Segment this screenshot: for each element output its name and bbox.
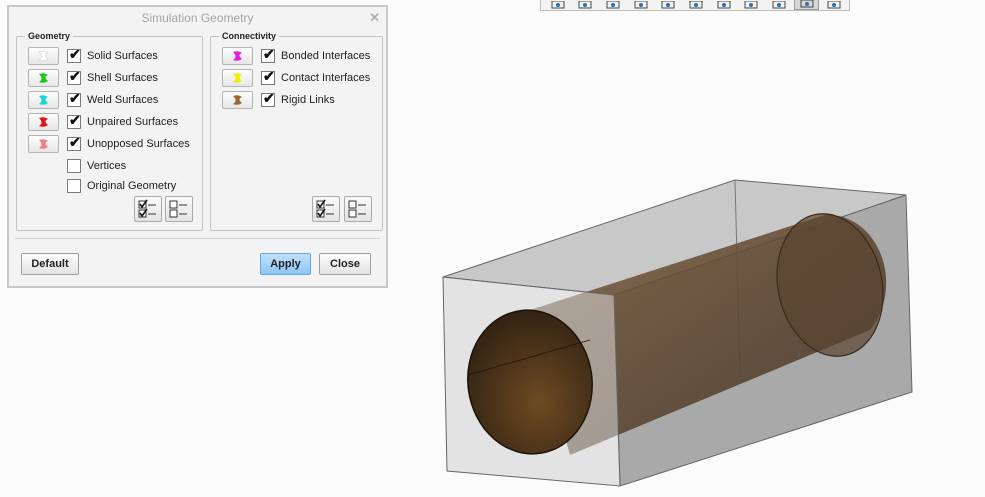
geometry-item-label: Shell Surfaces (87, 72, 158, 84)
geometry-group: Geometry ✔ Solid Surfaces ✔ Shell Surfaces ✔… (16, 31, 203, 231)
deselect-all-button[interactable] (165, 196, 193, 222)
simulation-display-button[interactable] (821, 0, 847, 10)
dialog-title: Simulation Geometry (141, 11, 254, 25)
spin-center-button[interactable] (738, 0, 764, 10)
check-icon: ✔ (263, 90, 275, 106)
zoom-out-button[interactable] (600, 0, 626, 10)
geometry-item-row: ✔ Unpaired Surfaces (28, 113, 178, 131)
check-icon: ✔ (69, 134, 81, 150)
connectivity-item-label: Contact Interfaces (281, 72, 371, 84)
color-blob-icon (38, 139, 48, 149)
saved-views-icon (661, 1, 675, 9)
deselect-all-icon (169, 200, 187, 218)
view-orient-icon (634, 1, 648, 9)
geometry-item-row: Original Geometry (28, 177, 176, 195)
color-swatch-button[interactable] (28, 47, 59, 65)
color-blob-icon (232, 73, 242, 83)
checkbox[interactable]: ✔ (67, 46, 81, 63)
color-blob-icon (37, 50, 49, 62)
apply-button[interactable]: Apply (260, 253, 311, 275)
zoom-window-button[interactable] (545, 0, 571, 10)
color-swatch-button[interactable] (222, 91, 253, 109)
connectivity-item-row: ✔ Rigid Links (222, 91, 335, 109)
model-viewport[interactable] (430, 170, 920, 490)
zoom-in-icon (578, 1, 592, 9)
color-blob-icon (232, 95, 242, 105)
geometry-item-label: Weld Surfaces (87, 94, 159, 106)
geometry-item-label: Original Geometry (87, 180, 177, 192)
datum-display-icon (800, 0, 814, 8)
color-swatch-button[interactable] (222, 47, 253, 65)
geometry-item-row: ✔ Unopposed Surfaces (28, 135, 190, 153)
color-swatch-button[interactable] (28, 69, 59, 87)
checkbox[interactable]: ✔ (67, 90, 81, 107)
zoom-window-icon (551, 1, 565, 9)
zoom-out-icon (606, 1, 620, 9)
checkbox[interactable]: ✔ (261, 90, 275, 107)
color-blob-icon (38, 95, 48, 105)
display-style-icon (772, 1, 786, 9)
default-button[interactable]: Default (21, 253, 79, 275)
saved-views-button[interactable] (656, 0, 682, 10)
geometry-item-row: ✔ Shell Surfaces (28, 69, 158, 87)
select-all-button[interactable] (312, 196, 340, 222)
color-blob-icon (38, 73, 48, 83)
select-all-icon (138, 199, 156, 218)
simulation-display-icon (827, 1, 841, 9)
view-orient-button[interactable] (628, 0, 654, 10)
geometry-item-row: ✔ Solid Surfaces (28, 47, 158, 65)
screenshot-icon (717, 1, 731, 9)
named-view-icon (689, 1, 703, 9)
datum-display-button[interactable] (793, 0, 820, 10)
checkbox[interactable] (67, 159, 81, 173)
screenshot-button[interactable] (711, 0, 737, 10)
color-blob-icon (38, 117, 48, 127)
connectivity-item-label: Bonded Interfaces (281, 50, 371, 62)
geometry-item-label: Unopposed Surfaces (87, 138, 190, 150)
checkbox[interactable]: ✔ (67, 112, 81, 129)
geometry-item-row: ✔ Weld Surfaces (28, 91, 158, 109)
geometry-legend: Geometry (25, 31, 74, 41)
checkbox[interactable] (67, 179, 81, 193)
connectivity-legend: Connectivity (219, 31, 280, 41)
connectivity-item-row: ✔ Contact Interfaces (222, 69, 370, 87)
deselect-all-icon (348, 200, 366, 218)
connectivity-group: Connectivity ✔ Bonded Interfaces ✔ Contact … (210, 31, 383, 231)
checkbox[interactable]: ✔ (67, 134, 81, 151)
check-icon: ✔ (69, 112, 81, 128)
connectivity-item-row: ✔ Bonded Interfaces (222, 47, 370, 65)
color-swatch-button[interactable] (222, 69, 253, 87)
checkbox[interactable]: ✔ (67, 68, 81, 85)
geometry-item-label: Unpaired Surfaces (87, 116, 179, 128)
color-swatch-button[interactable] (28, 135, 59, 153)
connectivity-item-label: Rigid Links (281, 94, 335, 106)
deselect-all-button[interactable] (344, 196, 372, 222)
check-icon: ✔ (69, 46, 81, 62)
named-view-button[interactable] (683, 0, 709, 10)
check-icon: ✔ (69, 68, 81, 84)
color-swatch-button[interactable] (28, 91, 59, 109)
color-blob-icon (232, 51, 242, 61)
geometry-item-label: Solid Surfaces (87, 50, 158, 62)
close-button[interactable]: Close (319, 253, 371, 275)
spin-center-icon (744, 1, 758, 9)
view-toolbar (540, 0, 850, 11)
check-icon: ✔ (69, 90, 81, 106)
zoom-in-button[interactable] (573, 0, 599, 10)
geometry-item-label: Vertices (87, 160, 127, 172)
checkbox[interactable]: ✔ (261, 68, 275, 85)
geometry-item-row: Vertices (28, 157, 126, 175)
simulation-geometry-dialog: Simulation Geometry ✕ Geometry ✔ Solid Su… (7, 5, 388, 288)
check-icon: ✔ (263, 46, 275, 62)
color-swatch-button[interactable] (28, 113, 59, 131)
select-all-icon (316, 199, 334, 218)
checkbox[interactable]: ✔ (261, 46, 275, 63)
select-all-button[interactable] (134, 196, 162, 222)
display-style-button[interactable] (766, 0, 792, 10)
check-icon: ✔ (263, 68, 275, 84)
dialog-divider (15, 238, 380, 239)
dialog-titlebar[interactable]: Simulation Geometry ✕ (9, 7, 386, 29)
close-icon[interactable]: ✕ (369, 10, 380, 26)
